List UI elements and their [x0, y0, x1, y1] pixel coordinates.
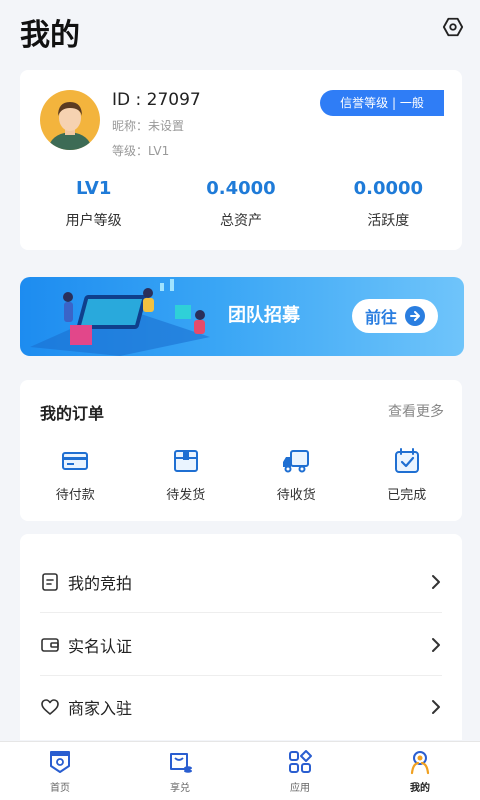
stat-label: 用户等级	[65, 213, 122, 229]
avatar[interactable]	[40, 90, 100, 150]
auction-icon	[42, 572, 58, 591]
order-status-row: 待付款 待发货 待收货 已完成	[20, 446, 462, 503]
menu-label: 实名认证	[68, 636, 133, 656]
user-level: 等级：LV1	[112, 144, 170, 158]
tab-label: 我的	[410, 783, 430, 794]
order-pending-shipment[interactable]: 待发货	[131, 446, 242, 503]
arrow-right-icon	[405, 306, 425, 326]
tab-apps[interactable]: 应用	[240, 742, 360, 800]
menu-item-verification[interactable]: 实名认证	[40, 614, 442, 676]
exchange-icon	[170, 753, 192, 773]
order-label: 已完成	[387, 488, 427, 503]
stat-value: 0.0000	[353, 178, 424, 199]
tab-label: 应用	[290, 783, 310, 794]
stat-label: 总资产	[219, 213, 262, 229]
order-pending-payment[interactable]: 待付款	[20, 446, 131, 503]
tab-home[interactable]: 首页	[0, 742, 120, 800]
avatar-person-icon	[48, 102, 92, 150]
menu-item-merchant-join[interactable]: 商家入驻	[40, 676, 442, 738]
orders-title: 我的订单	[40, 404, 105, 423]
menu-card: 我的竞拍 实名认证 商家入驻	[20, 534, 462, 740]
wallet-icon	[41, 637, 59, 652]
menu-label: 商家入驻	[68, 699, 133, 718]
card-icon	[62, 452, 89, 470]
stats-row: LV1 用户等级 0.4000 总资产 0.0000 活跃度	[20, 178, 462, 230]
order-pending-receipt[interactable]: 待收货	[241, 446, 352, 503]
profile-card: ID : 27097 昵称：未设置 等级：LV1 信誉等级 | 一般 LV1 用…	[20, 70, 462, 250]
order-label: 待收货	[276, 488, 316, 503]
chevron-right-icon	[432, 637, 440, 652]
banner-illustration	[30, 279, 210, 356]
credit-badge[interactable]: 信誉等级 | 一般	[320, 90, 444, 116]
order-label: 待付款	[55, 488, 95, 503]
view-more-link[interactable]: 查看更多	[388, 401, 444, 421]
stat-value: LV1	[75, 178, 112, 199]
stat-user-level[interactable]: LV1 用户等级	[20, 178, 167, 230]
go-button[interactable]: 前往	[352, 299, 438, 333]
completed-icon	[394, 448, 419, 473]
page-title: 我的	[20, 18, 80, 53]
tab-profile[interactable]: 我的	[360, 742, 480, 800]
home-shield-icon	[50, 751, 70, 773]
stat-value: 0.4000	[206, 178, 276, 199]
heart-icon	[41, 699, 59, 715]
order-completed[interactable]: 已完成	[352, 446, 463, 503]
stat-activity[interactable]: 0.0000 活跃度	[315, 178, 462, 230]
order-label: 待发货	[166, 488, 206, 503]
menu-item-my-auction[interactable]: 我的竞拍	[40, 551, 442, 613]
team-recruit-banner[interactable]: 团队招募 前往	[20, 277, 464, 356]
apps-grid-icon	[289, 750, 312, 773]
stat-label: 活跃度	[367, 213, 410, 229]
user-id: ID : 27097	[112, 90, 201, 110]
tab-exchange[interactable]: 享兑	[120, 742, 240, 800]
profile-icon	[410, 751, 430, 775]
tab-label: 首页	[50, 783, 70, 794]
orders-card: 我的订单 查看更多 待付款 待发货 待收货 已完成	[20, 380, 462, 521]
banner-title: 团队招募	[228, 305, 300, 326]
settings-icon[interactable]	[442, 16, 464, 38]
stat-total-assets[interactable]: 0.4000 总资产	[167, 178, 314, 230]
go-button-label: 前往	[364, 308, 397, 327]
nickname: 昵称：未设置	[112, 119, 185, 133]
chevron-right-icon	[432, 574, 440, 589]
truck-icon	[283, 450, 310, 473]
tab-label: 享兑	[170, 783, 190, 794]
package-icon	[173, 450, 198, 472]
chevron-right-icon	[432, 700, 440, 714]
menu-label: 我的竞拍	[68, 573, 133, 593]
bottom-tab-bar: 首页 享兑 应用 我的	[0, 741, 480, 800]
